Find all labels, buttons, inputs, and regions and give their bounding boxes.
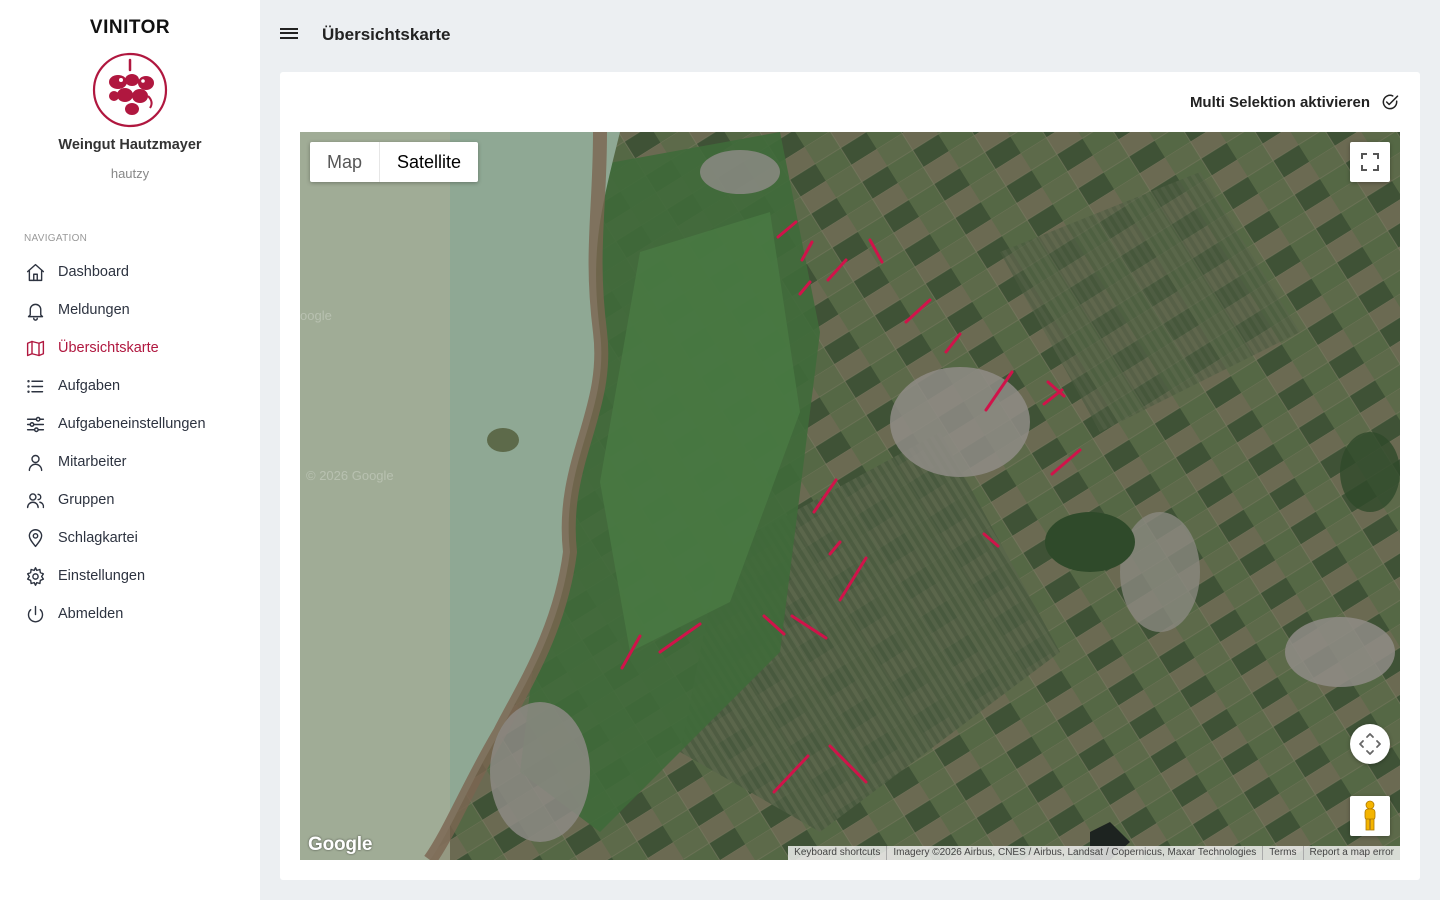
imagery-credit: Imagery ©2026 Airbus, CNES / Airbus, Lan… [886, 846, 1262, 860]
fullscreen-button[interactable] [1350, 142, 1390, 182]
sidebar-item-label: Mitarbeiter [58, 454, 127, 470]
sidebar-item-label: Meldungen [58, 302, 130, 318]
sidebar-item-label: Schlagkartei [58, 530, 138, 546]
sidebar-item-label: Aufgabeneinstellungen [58, 416, 206, 432]
sidebar-item-label: Dashboard [58, 264, 129, 280]
map-watermark: © 2026 Google [306, 468, 394, 483]
move-arrows-icon [1359, 733, 1381, 755]
map-attribution: Keyboard shortcuts Imagery ©2026 Airbus,… [788, 846, 1400, 860]
sidebar-nav: Dashboard Meldungen Übersichtskarte Aufg… [0, 253, 260, 633]
map-pin-icon [24, 527, 46, 549]
username: hautzy [110, 166, 150, 181]
user-icon [24, 451, 46, 473]
map-type-control: Map Satellite [310, 142, 479, 182]
home-icon [24, 261, 46, 283]
hamburger-menu-icon[interactable] [280, 25, 298, 43]
brand-title: VINITOR [89, 17, 171, 38]
nav-heading: NAVIGATION [24, 233, 88, 244]
top-header: Übersichtskarte [260, 0, 1440, 70]
company-name: Weingut Hautzmayer [58, 137, 202, 153]
pegman-icon [1364, 800, 1376, 831]
sliders-icon [24, 413, 46, 435]
winery-logo [92, 52, 168, 128]
multi-select-toggle[interactable]: Multi Selektion aktivieren [1190, 92, 1400, 112]
map-card: Multi Selektion aktivieren oogle © 2026 … [280, 72, 1420, 880]
sidebar-item-label: Übersichtskarte [58, 340, 159, 356]
fullscreen-icon [1361, 153, 1379, 171]
sidebar-item-abmelden[interactable]: Abmelden [0, 595, 260, 633]
street-view-pegman-button[interactable] [1350, 796, 1390, 836]
sidebar-item-label: Abmelden [58, 606, 124, 622]
keyboard-shortcuts-link[interactable]: Keyboard shortcuts [788, 846, 886, 860]
map-icon [24, 337, 46, 359]
sidebar-item-aufgaben[interactable]: Aufgaben [0, 367, 260, 405]
report-map-error-link[interactable]: Report a map error [1302, 846, 1400, 860]
map-type-map-button[interactable]: Map [310, 142, 379, 182]
map-type-satellite-button[interactable]: Satellite [379, 142, 478, 182]
camera-control-button[interactable] [1350, 724, 1390, 764]
google-logo: Google [308, 834, 373, 855]
sidebar: VINITOR Weingut Hautzmayer hautzy NAVIGA… [0, 0, 260, 900]
users-icon [24, 489, 46, 511]
sidebar-item-schlagkartei[interactable]: Schlagkartei [0, 519, 260, 557]
sidebar-item-label: Aufgaben [58, 378, 121, 394]
terms-link[interactable]: Terms [1262, 846, 1302, 860]
sidebar-item-label: Einstellungen [58, 568, 146, 584]
check-circle-icon [1382, 94, 1399, 110]
sidebar-item-label: Gruppen [58, 492, 115, 508]
sidebar-item-gruppen[interactable]: Gruppen [0, 481, 260, 519]
gear-icon [24, 565, 46, 587]
map-watermark: oogle [300, 308, 332, 323]
list-icon [24, 375, 46, 397]
sidebar-item-mitarbeiter[interactable]: Mitarbeiter [0, 443, 260, 481]
multi-select-label: Multi Selektion aktivieren [1189, 93, 1370, 111]
sidebar-item-meldungen[interactable]: Meldungen [0, 291, 260, 329]
power-icon [24, 603, 46, 625]
satellite-imagery[interactable] [300, 132, 1400, 860]
sidebar-item-uebersichtskarte[interactable]: Übersichtskarte [0, 329, 260, 367]
bell-icon [24, 299, 46, 321]
sidebar-item-dashboard[interactable]: Dashboard [0, 253, 260, 291]
satellite-map[interactable]: oogle © 2026 Google Map Satellite Google… [300, 132, 1400, 860]
sidebar-item-einstellungen[interactable]: Einstellungen [0, 557, 260, 595]
sidebar-item-aufgabeneinstellungen[interactable]: Aufgabeneinstellungen [0, 405, 260, 443]
page-title: Übersichtskarte [322, 25, 451, 44]
